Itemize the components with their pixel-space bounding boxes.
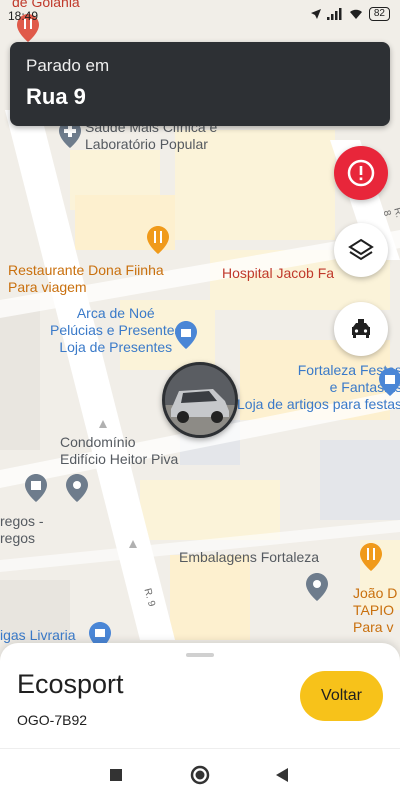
alert-button[interactable]: [334, 146, 388, 200]
map-pin-food-icon[interactable]: [360, 543, 382, 571]
parked-location-banner: Parado em Rua 9: [10, 42, 390, 126]
map-pin-location-icon[interactable]: [66, 474, 88, 502]
nav-back-button[interactable]: [270, 763, 294, 787]
system-nav-bar: [0, 748, 400, 800]
map-label-arca-sub: Loja de Presentes: [59, 339, 173, 355]
map-label-condominio[interactable]: Condomínio Edifício Heitor Piva: [60, 434, 178, 468]
map-pin-building-icon[interactable]: [25, 474, 47, 502]
location-arrow-icon: [310, 9, 321, 19]
status-time: 18:49: [8, 9, 39, 23]
vehicle-plate: OGO-7B92: [17, 712, 88, 728]
wifi-icon: [349, 9, 362, 19]
map-label-joao-sub: Para v: [353, 619, 394, 635]
map-label-condominio-line2: Edifício Heitor Piva: [60, 451, 179, 467]
map-label-regos-line1: regos -: [0, 513, 44, 529]
map-pin-gift-icon[interactable]: [175, 321, 197, 349]
nav-recents-button[interactable]: [104, 763, 128, 787]
sheet-drag-handle[interactable]: [186, 653, 214, 657]
map-label-regos[interactable]: regos - regos: [0, 513, 44, 547]
map-pin-restaurant-icon[interactable]: [147, 226, 169, 254]
taxi-icon: [352, 319, 370, 338]
map-label-fortaleza-festas-line2: e Fantasias: [329, 379, 400, 395]
square-icon: [110, 769, 122, 781]
map-label-embalagens[interactable]: Embalagens Fortaleza: [179, 549, 319, 566]
map-label-fortaleza-festas-sub: Loja de artigos para festas: [237, 396, 400, 412]
map-label-restaurante-name: Restaurante Dona Fiinha: [8, 262, 164, 278]
map-label-joao-line2: TAPIO: [353, 602, 394, 618]
map-label-fortaleza-festas[interactable]: Fortaleza Festas e Fantasias Loja de art…: [237, 362, 400, 413]
map-label-restaurante[interactable]: Restaurante Dona Fiinha Para viagem: [8, 262, 164, 296]
map-label-saude-line2: Laboratório Popular: [85, 136, 208, 152]
map-label-joao-line1: João D: [353, 585, 398, 601]
alert-icon: [347, 159, 375, 187]
banner-subtitle: Parado em: [26, 56, 110, 75]
map-label-arca[interactable]: Arca de Noé Pelúcias e Presentes Loja de…: [50, 305, 182, 356]
map-layers-button[interactable]: [334, 223, 388, 277]
map-pin-shop-icon[interactable]: [379, 368, 400, 396]
status-icons: 82: [310, 7, 390, 21]
taxi-button[interactable]: [334, 302, 388, 356]
battery-indicator: 82: [368, 7, 390, 21]
circle-icon: [190, 765, 210, 785]
map-label-fortaleza-festas-line1: Fortaleza Festas: [297, 362, 400, 378]
banner-street-name: Rua 9: [26, 84, 86, 109]
map-label-condominio-line1: Condomínio: [60, 434, 136, 450]
map-label-livraria[interactable]: igas Livraria: [0, 627, 75, 644]
map-label-arca-line1: Arca de Noé: [76, 305, 155, 321]
car-photo-icon: [165, 365, 235, 435]
triangle-back-icon: [276, 768, 288, 782]
status-bar: 18:49 82: [0, 0, 400, 30]
map-pin-store-icon[interactable]: [306, 573, 328, 601]
map-label-joao[interactable]: João D TAPIO Para v: [353, 585, 397, 636]
map-label-arca-line2: Pelúcias e Presentes: [50, 322, 182, 338]
layers-icon: [348, 238, 374, 261]
vehicle-location-marker[interactable]: [162, 362, 238, 438]
map-label-restaurante-sub: Para viagem: [8, 279, 87, 295]
back-button[interactable]: Voltar: [300, 671, 383, 721]
map-label-regos-line2: regos: [0, 530, 36, 546]
signal-icon: [326, 8, 342, 20]
vehicle-bottom-sheet: Ecosport OGO-7B92 Voltar: [0, 643, 400, 748]
nav-home-button[interactable]: [188, 763, 212, 787]
vehicle-name: Ecosport: [17, 669, 124, 699]
map-label-hospital[interactable]: Hospital Jacob Fa: [222, 265, 334, 282]
